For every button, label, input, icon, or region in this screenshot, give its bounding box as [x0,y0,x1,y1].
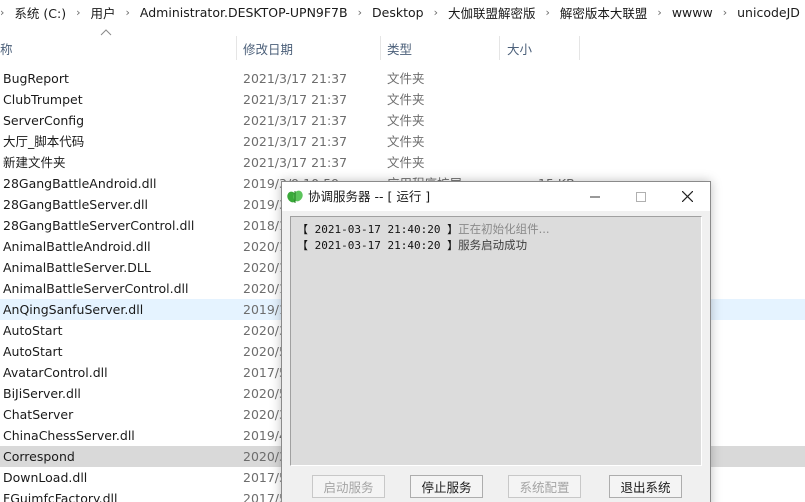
log-message: 正在初始化组件... [458,222,550,236]
maximize-button[interactable] [618,182,664,211]
file-date: 2021/3/17 21:37 [243,71,348,86]
log-line: 【 2021-03-17 21:40:20 】正在初始化组件... [297,221,695,237]
breadcrumb-item-folder-3[interactable]: wwww [670,5,715,20]
file-name: AnimalBattleAndroid.dll [3,239,151,254]
dialog-titlebar[interactable]: 协调服务器 -- [ 运行 ] [282,182,710,211]
file-name: 新建文件夹 [3,155,66,170]
chevron-right-icon[interactable]: › [715,6,735,19]
log-message: 服务启动成功 [458,238,528,252]
close-button[interactable] [664,182,710,211]
chevron-right-icon[interactable]: › [350,6,370,19]
system-config-button[interactable]: 系统配置 [508,475,581,498]
file-size [538,131,598,152]
file-name: 28GangBattleServer.dll [3,197,149,212]
file-name: AutoStart [3,344,63,359]
stop-service-button[interactable]: 停止服务 [410,475,483,498]
dialog-title: 协调服务器 -- [ 运行 ] [308,189,431,204]
file-name: 28GangBattleServerControl.dll [3,218,195,233]
file-type: 文件夹 [387,71,425,86]
minimize-button[interactable] [572,182,618,211]
column-header-type[interactable]: 类型 [387,34,497,62]
file-date: 2021/3/17 21:37 [243,155,348,170]
breadcrumb-item-users[interactable]: 用户 [88,3,117,22]
file-name: BiJiServer.dll [3,386,81,401]
minimize-icon [590,196,600,197]
chevron-right-icon[interactable]: › [537,6,557,19]
file-name: ChinaChessServer.dll [3,428,135,443]
breadcrumb-item-user[interactable]: Administrator.DESKTOP-UPN9F7B [138,5,350,20]
server-dialog-window: 协调服务器 -- [ 运行 ] 【 2021-03-17 21:40:20 】正… [281,181,711,502]
file-size [538,89,598,110]
file-name: 大厅_脚本代码 [3,134,85,149]
log-output[interactable]: 【 2021-03-17 21:40:20 】正在初始化组件... 【 2021… [290,216,702,466]
file-date: 2021/3/17 21:37 [243,92,348,107]
file-row[interactable]: ClubTrumpet 2021/3/17 21:37 文件夹 [0,89,805,110]
file-name: FGuimfcFactory.dll [3,491,118,502]
file-size [538,68,598,89]
file-type: 文件夹 [387,113,425,128]
file-name: AnimalBattleServerControl.dll [3,281,189,296]
breadcrumb-item-desktop[interactable]: Desktop [370,5,426,20]
file-row[interactable]: BugReport 2021/3/17 21:37 文件夹 [0,68,805,89]
chevron-right-icon[interactable]: › [0,6,12,19]
file-name: DownLoad.dll [3,470,88,485]
breadcrumb: › 系统 (C:) › 用户 › Administrator.DESKTOP-U… [0,0,805,24]
file-type: 文件夹 [387,134,425,149]
file-size [538,110,598,131]
file-row[interactable]: ServerConfig 2021/3/17 21:37 文件夹 [0,110,805,131]
breadcrumb-item-drive[interactable]: 系统 (C:) [12,3,68,22]
file-size [538,152,598,173]
column-header-date[interactable]: 修改日期 [243,34,379,62]
log-line: 【 2021-03-17 21:40:20 】服务启动成功 [297,237,695,253]
log-timestamp: 【 2021-03-17 21:40:20 】 [297,239,459,252]
start-service-button[interactable]: 启动服务 [312,475,385,498]
column-divider[interactable] [380,36,381,60]
file-name: ClubTrumpet [3,92,83,107]
maximize-icon [636,191,646,202]
file-date: 2021/3/17 21:37 [243,113,348,128]
file-name: AnimalBattleServer.DLL [3,260,151,275]
green-leaf-icon [287,190,303,203]
file-date: 2021/3/17 21:37 [243,134,348,149]
chevron-right-icon[interactable]: › [426,6,446,19]
column-header-name[interactable]: 称 [0,34,236,62]
file-name: AutoStart [3,323,63,338]
exit-system-button[interactable]: 退出系统 [609,475,682,498]
file-name: 28GangBattleAndroid.dll [3,176,157,191]
file-row[interactable]: 新建文件夹 2021/3/17 21:37 文件夹 [0,152,805,173]
file-name: BugReport [3,71,69,86]
file-type: 文件夹 [387,155,425,170]
file-name: ChatServer [3,407,74,422]
log-timestamp: 【 2021-03-17 21:40:20 】 [297,223,459,236]
chevron-right-icon[interactable]: › [118,6,138,19]
chevron-right-icon[interactable]: › [649,6,669,19]
file-row[interactable]: 大厅_脚本代码 2021/3/17 21:37 文件夹 [0,131,805,152]
column-divider[interactable] [499,36,500,60]
file-name: AvatarControl.dll [3,365,108,380]
file-name: Correspond [3,449,75,464]
file-type: 文件夹 [387,92,425,107]
chevron-right-icon[interactable]: › [68,6,88,19]
column-divider[interactable] [236,36,237,60]
column-header-size[interactable]: 大小 [507,34,577,62]
file-name: ServerConfig [3,113,85,128]
breadcrumb-item-current[interactable]: unicodeJD [735,5,802,20]
close-icon [681,191,693,202]
breadcrumb-item-folder-2[interactable]: 解密版本大联盟 [558,3,650,22]
breadcrumb-item-folder-1[interactable]: 大伽联盟解密版 [446,3,538,22]
file-name: AnQingSanfuServer.dll [3,302,144,317]
column-divider[interactable] [579,36,580,60]
